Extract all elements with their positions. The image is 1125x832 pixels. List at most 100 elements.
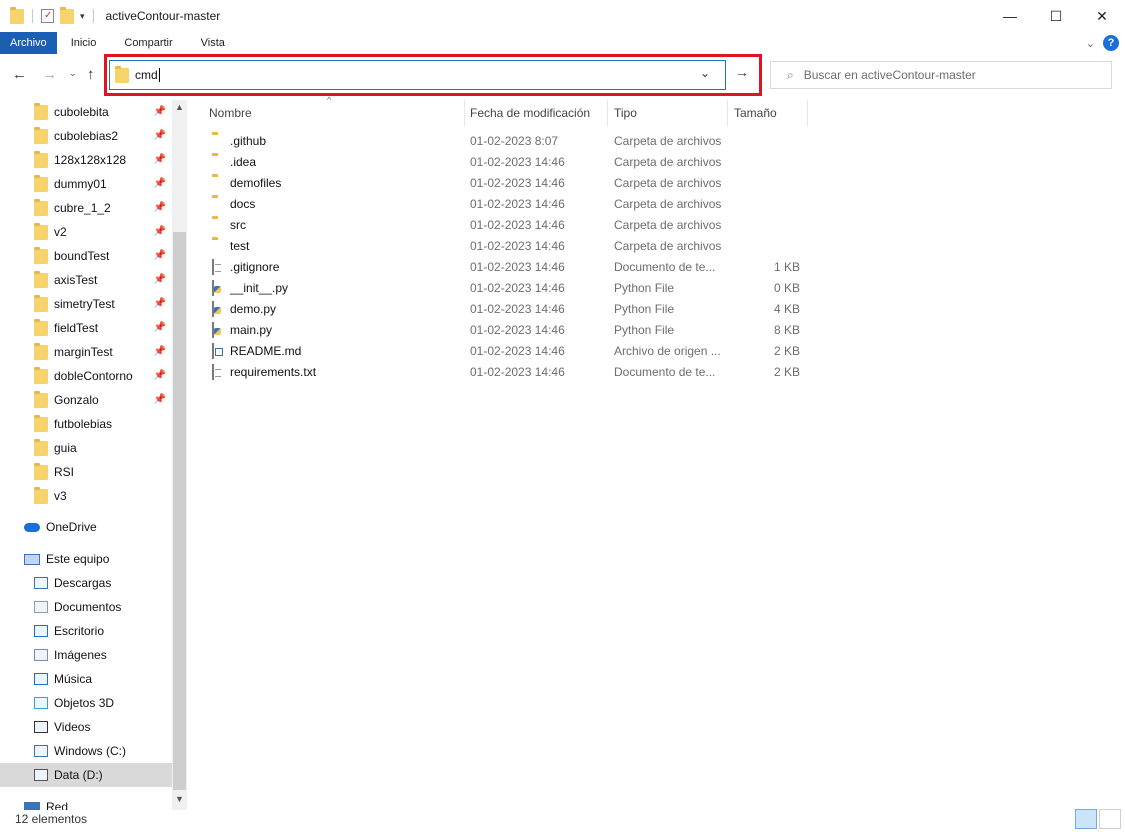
pin-icon[interactable]: 📌 bbox=[154, 202, 166, 213]
column-divider[interactable] bbox=[727, 100, 728, 126]
column-divider[interactable] bbox=[464, 100, 465, 126]
sidebar-item-v3[interactable]: v3 bbox=[0, 484, 170, 508]
sidebar-item-dummy01[interactable]: dummy01 📌 bbox=[0, 172, 170, 196]
tab-archivo[interactable]: Archivo bbox=[0, 32, 57, 54]
back-arrow-icon[interactable]: ← bbox=[12, 66, 27, 83]
folder-icon-wrap bbox=[34, 198, 48, 216]
close-button[interactable]: ✕ bbox=[1079, 0, 1125, 32]
go-arrow-icon[interactable]: → bbox=[735, 64, 749, 80]
sidebar-item-axistest[interactable]: axisTest 📌 bbox=[0, 268, 170, 292]
pin-icon[interactable]: 📌 bbox=[154, 250, 166, 261]
table-row[interactable]: .gitignore 01-02-2023 14:46 Documento de t… bbox=[202, 257, 822, 278]
recent-locations-icon[interactable]: ⌄ bbox=[69, 68, 77, 79]
forward-arrow-icon[interactable]: → bbox=[42, 66, 57, 83]
column-divider[interactable] bbox=[607, 100, 608, 126]
sidebar-item-gonzalo[interactable]: Gonzalo 📌 bbox=[0, 388, 170, 412]
sidebar-item-descargas[interactable]: Descargas bbox=[0, 571, 172, 595]
sidebar-item-documentos[interactable]: Documentos bbox=[0, 595, 172, 619]
chevron-down-icon[interactable]: ⌄ bbox=[700, 66, 710, 80]
sidebar-item-cubolebias2[interactable]: cubolebias2 📌 bbox=[0, 124, 170, 148]
pin-icon[interactable]: 📌 bbox=[154, 394, 166, 405]
sidebar-item-data-d-[interactable]: Data (D:) bbox=[0, 763, 172, 787]
icon-shape bbox=[34, 769, 48, 781]
python-file-icon bbox=[212, 301, 214, 317]
sidebar-item-boundtest[interactable]: boundTest 📌 bbox=[0, 244, 170, 268]
column-header-name[interactable]: Nombre bbox=[209, 100, 464, 126]
address-input[interactable]: cmd bbox=[109, 60, 726, 90]
sidebar-item-futbolebias[interactable]: futbolebias bbox=[0, 412, 170, 436]
new-folder-icon[interactable] bbox=[60, 6, 74, 24]
table-row[interactable]: .idea 01-02-2023 14:46 Carpeta de archivos bbox=[202, 152, 822, 173]
table-row[interactable]: demofiles 01-02-2023 14:46 Carpeta de arch… bbox=[202, 173, 822, 194]
sidebar-item-cubre-1-2[interactable]: cubre_1_2 📌 bbox=[0, 196, 170, 220]
table-row[interactable]: demo.py 01-02-2023 14:46 Python File 4 KB bbox=[202, 299, 822, 320]
pin-icon[interactable]: 📌 bbox=[154, 154, 166, 165]
sidebar-item-im-genes[interactable]: Imágenes bbox=[0, 643, 172, 667]
table-row[interactable]: README.md 01-02-2023 14:46 Archivo de orig… bbox=[202, 341, 822, 362]
scroll-up-icon[interactable]: ▲ bbox=[172, 102, 187, 116]
pin-icon[interactable]: 📌 bbox=[154, 226, 166, 237]
table-row[interactable]: __init__.py 01-02-2023 14:46 Python File 0 … bbox=[202, 278, 822, 299]
expand-ribbon-icon[interactable]: ⌄ bbox=[1086, 37, 1095, 50]
sidebar-item-m-sica[interactable]: Música bbox=[0, 667, 172, 691]
column-header-type[interactable]: Tipo bbox=[614, 100, 726, 126]
sidebar-item-fieldtest[interactable]: fieldTest 📌 bbox=[0, 316, 170, 340]
sidebar-item-cubolebita[interactable]: cubolebita 📌 bbox=[0, 100, 170, 124]
large-icons-view-icon[interactable] bbox=[1099, 809, 1121, 829]
sidebar-item-rsi[interactable]: RSI bbox=[0, 460, 170, 484]
sidebar-item-onedrive[interactable]: OneDrive bbox=[0, 515, 170, 539]
sidebar-item-label: v2 bbox=[54, 225, 67, 239]
address-value: cmd bbox=[135, 68, 158, 82]
sidebar-item-128x128x128[interactable]: 128x128x128 📌 bbox=[0, 148, 170, 172]
table-row[interactable]: test 01-02-2023 14:46 Carpeta de archivos bbox=[202, 236, 822, 257]
customize-toolbar-icon[interactable]: ▾ bbox=[80, 11, 85, 22]
column-divider[interactable] bbox=[807, 100, 808, 126]
pin-icon[interactable]: 📌 bbox=[154, 106, 166, 117]
sidebar-item-objetos-3d[interactable]: Objetos 3D bbox=[0, 691, 172, 715]
network-icon bbox=[24, 802, 40, 810]
text-file-icon bbox=[212, 364, 214, 380]
view-switcher bbox=[1075, 809, 1121, 829]
sidebar-item-windows-c-[interactable]: Windows (C:) bbox=[0, 739, 172, 763]
scroll-down-icon[interactable]: ▼ bbox=[172, 794, 187, 808]
details-view-icon[interactable] bbox=[1075, 809, 1097, 829]
tab-compartir[interactable]: Compartir bbox=[110, 32, 186, 54]
properties-icon[interactable]: ✓ bbox=[41, 9, 54, 23]
pin-icon[interactable]: 📌 bbox=[154, 274, 166, 285]
up-arrow-icon[interactable]: ↑ bbox=[87, 66, 95, 83]
table-row[interactable]: src 01-02-2023 14:46 Carpeta de archivos bbox=[202, 215, 822, 236]
tab-inicio[interactable]: Inicio bbox=[57, 32, 111, 54]
folder-icon-wrap bbox=[34, 390, 48, 408]
column-header-date[interactable]: Fecha de modificación bbox=[470, 100, 608, 126]
table-row[interactable]: docs 01-02-2023 14:46 Carpeta de archivos bbox=[202, 194, 822, 215]
table-row[interactable]: main.py 01-02-2023 14:46 Python File 8 KB bbox=[202, 320, 822, 341]
pin-icon[interactable]: 📌 bbox=[154, 130, 166, 141]
table-row[interactable]: requirements.txt 01-02-2023 14:46 Document… bbox=[202, 362, 822, 383]
sidebar-item-doblecontorno[interactable]: dobleContorno 📌 bbox=[0, 364, 170, 388]
sidebar-item-v2[interactable]: v2 📌 bbox=[0, 220, 170, 244]
file-icon-wrap bbox=[212, 259, 214, 275]
minimize-button[interactable]: — bbox=[987, 0, 1033, 32]
pin-icon[interactable]: 📌 bbox=[154, 322, 166, 333]
pin-icon[interactable]: 📌 bbox=[154, 370, 166, 381]
pin-icon[interactable]: 📌 bbox=[154, 298, 166, 309]
maximize-button[interactable]: ☐ bbox=[1033, 0, 1079, 32]
nav-scrollbar-thumb[interactable] bbox=[173, 232, 186, 790]
folder-icon-wrap bbox=[34, 294, 48, 312]
help-icon[interactable]: ? bbox=[1103, 35, 1119, 51]
pin-icon[interactable]: 📌 bbox=[154, 178, 166, 189]
column-header-size[interactable]: Tamaño bbox=[734, 100, 808, 126]
sidebar-item-margintest[interactable]: marginTest 📌 bbox=[0, 340, 170, 364]
tab-vista[interactable]: Vista bbox=[187, 32, 239, 54]
file-size: 0 KB bbox=[773, 281, 800, 295]
search-input[interactable]: ⌕ Buscar en activeContour-master bbox=[770, 61, 1112, 89]
pin-icon[interactable]: 📌 bbox=[154, 346, 166, 357]
file-date: 01-02-2023 14:46 bbox=[470, 155, 565, 169]
sidebar-item-network[interactable]: Red bbox=[0, 795, 170, 810]
sidebar-item-this-pc[interactable]: Este equipo bbox=[0, 547, 170, 571]
sidebar-item-videos[interactable]: Videos bbox=[0, 715, 172, 739]
sidebar-item-escritorio[interactable]: Escritorio bbox=[0, 619, 172, 643]
table-row[interactable]: .github 01-02-2023 8:07 Carpeta de archivo… bbox=[202, 131, 822, 152]
sidebar-item-simetrytest[interactable]: simetryTest 📌 bbox=[0, 292, 170, 316]
sidebar-item-guia[interactable]: guia bbox=[0, 436, 170, 460]
